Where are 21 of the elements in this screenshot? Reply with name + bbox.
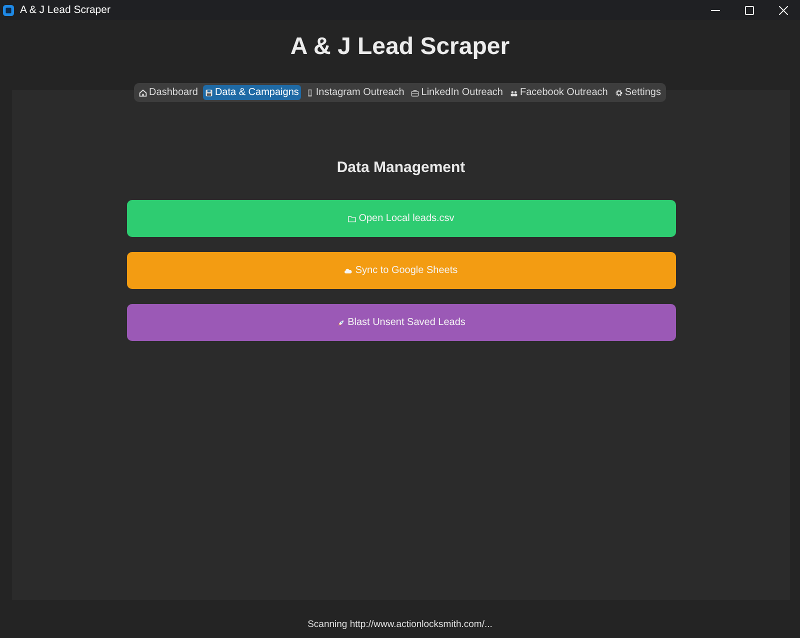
house-icon [139,88,148,96]
app-title: A & J Lead Scraper [289,32,511,62]
tab[interactable]: Instagram Outreach [304,85,406,100]
cloud-icon [344,266,352,274]
close-icon [778,6,788,14]
app-icon [3,4,14,16]
action-button[interactable]: Blast Unsent Saved Leads [126,304,676,341]
window-title: A & J Lead Scraper [20,4,110,16]
tab[interactable]: Settings [612,85,663,100]
folder-icon [348,214,356,222]
briefcase-icon [411,88,420,96]
people-icon [510,88,518,96]
status-text: Scanning http://www.actionlocksmith.com/... [308,618,492,632]
settings-icon [614,88,623,96]
section-title: Data Management [336,158,466,178]
tab[interactable]: Data & Campaigns [202,85,301,100]
tab[interactable]: LinkedIn Outreach [409,85,505,100]
tab[interactable]: Facebook Outreach [508,85,610,100]
tab[interactable]: Dashboard [137,85,200,100]
maximize-icon [744,6,754,14]
rocket-icon [336,318,345,326]
